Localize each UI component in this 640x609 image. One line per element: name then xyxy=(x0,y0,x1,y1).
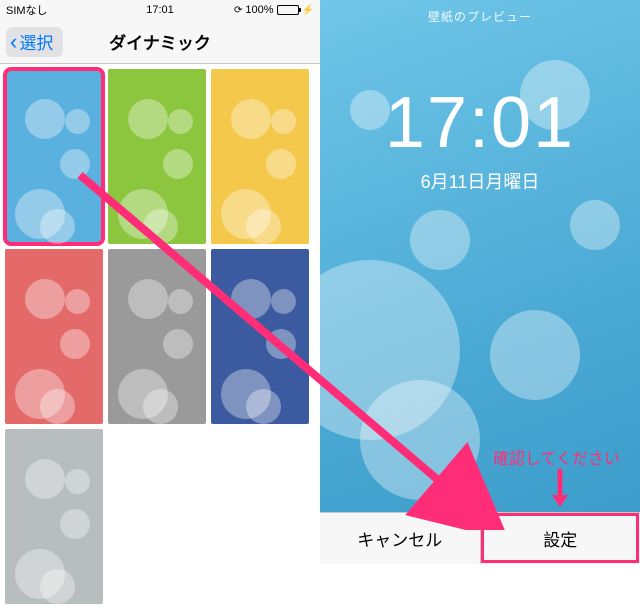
wallpaper-thumb-navy[interactable] xyxy=(211,249,309,424)
preview-toolbar: キャンセル 設定 xyxy=(320,512,640,564)
chevron-left-icon: ‹ xyxy=(10,31,17,53)
wallpaper-grid xyxy=(0,64,320,609)
wallpaper-preview-screen: 壁紙のプレビュー 17:01 6月11日月曜日 キャンセル 設定 xyxy=(320,0,640,564)
back-label: 選択 xyxy=(19,29,53,54)
set-button[interactable]: 設定 xyxy=(480,512,640,564)
wallpaper-thumb-blue[interactable] xyxy=(5,69,103,244)
back-button[interactable]: ‹ 選択 xyxy=(6,27,63,57)
wallpaper-thumb-gray[interactable] xyxy=(108,249,206,424)
cancel-button[interactable]: キャンセル xyxy=(320,512,480,564)
lock-clock: 17:01 xyxy=(320,82,640,164)
battery-icon xyxy=(277,5,299,15)
wallpaper-thumb-red[interactable] xyxy=(5,249,103,424)
status-bar: SIMなし 17:01 ⟳ 100% ⚡ xyxy=(0,0,320,20)
status-time: 17:01 xyxy=(0,4,320,16)
lock-date: 6月11日月曜日 xyxy=(320,168,640,194)
navigation-bar: ‹ 選択 ダイナミック xyxy=(0,20,320,64)
preview-header: 壁紙のプレビュー xyxy=(320,8,640,25)
wallpaper-thumb-green[interactable] xyxy=(108,69,206,244)
wallpaper-thumb-lgray[interactable] xyxy=(5,429,103,604)
wallpaper-thumb-yellow[interactable] xyxy=(211,69,309,244)
wallpaper-picker-screen: SIMなし 17:01 ⟳ 100% ⚡ ‹ 選択 ダイナミック xyxy=(0,0,320,564)
